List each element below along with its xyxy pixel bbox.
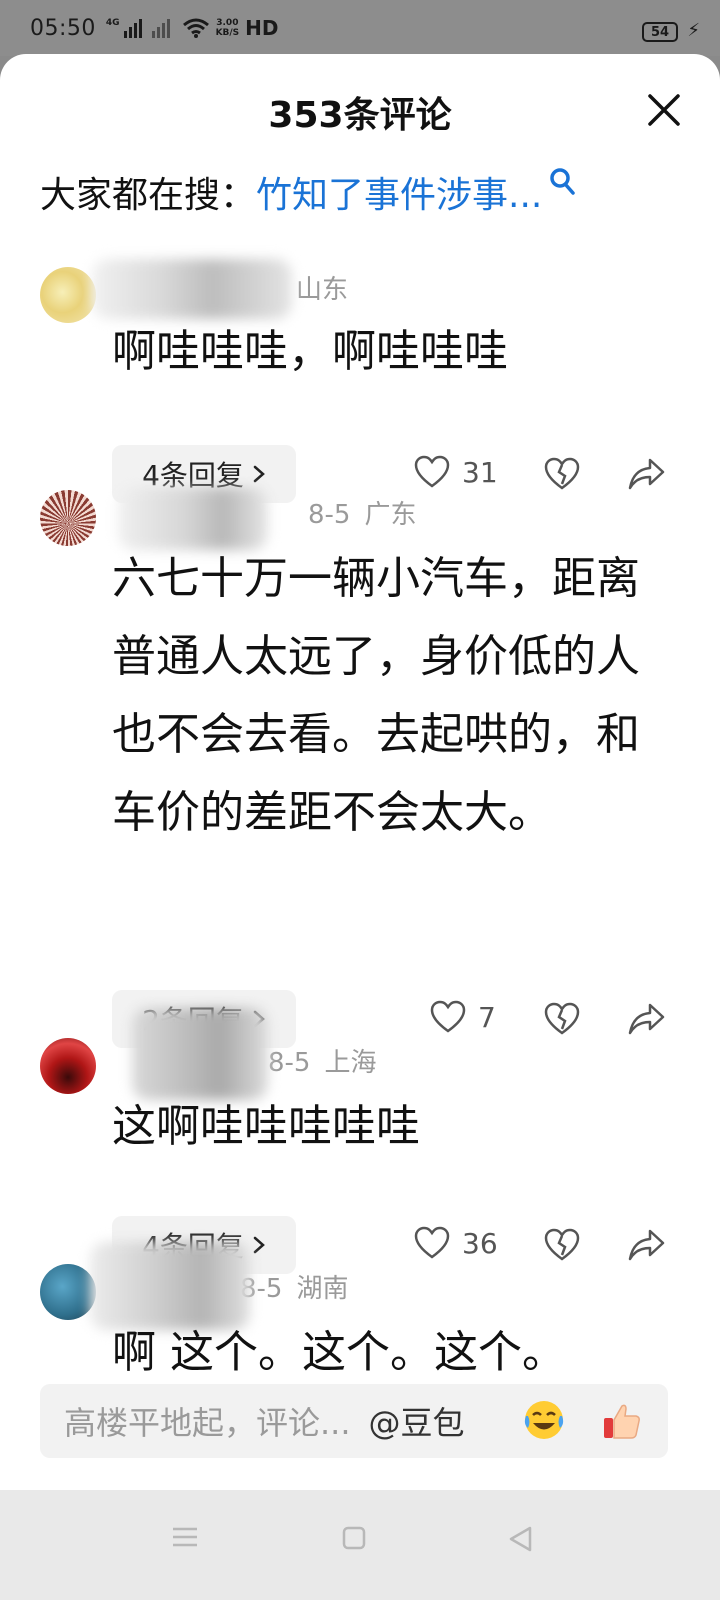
username-redaction (132, 1008, 268, 1100)
comment-region: 湖南 (296, 1274, 349, 1304)
share-icon[interactable] (628, 1002, 666, 1036)
battery-icon: 54 (642, 22, 678, 42)
trending-query[interactable]: 竹知了事件涉事... (256, 166, 542, 218)
avatar[interactable] (40, 1038, 96, 1094)
comment-region: 广东 (364, 500, 417, 530)
comment-text: 这啊哇哇哇哇哇 (112, 1101, 420, 1152)
thumbs-up-emoji-icon[interactable] (600, 1398, 644, 1442)
charging-icon: ⚡ (687, 20, 700, 41)
avatar[interactable] (40, 267, 96, 323)
mention-doubao-button[interactable]: @豆包 (369, 1398, 465, 1444)
like-count: 36 (462, 1226, 498, 1260)
comments-title: 353条评论 (268, 95, 452, 136)
heart-icon (414, 455, 450, 488)
heart-icon (430, 1000, 466, 1033)
back-triangle-icon[interactable] (508, 1526, 534, 1552)
comments-sheet: 353条评论 大家都在搜： 竹知了事件涉事... 山东 啊哇哇哇，啊哇哇哇 4条… (0, 54, 720, 1490)
share-icon[interactable] (628, 457, 666, 491)
avatar[interactable] (40, 490, 96, 546)
system-nav-bar (0, 1490, 720, 1600)
comment-date: 8-5 (308, 500, 351, 530)
comment-region: 山东 (296, 275, 349, 305)
comment-placeholder: 高楼平地起，评论... (64, 1404, 351, 1442)
comment-date: 8-5 (268, 1048, 311, 1078)
close-icon[interactable] (644, 90, 684, 130)
status-bar: 05:50 4G 3.00 KB/S HD 54 ⚡ (0, 0, 720, 56)
laughing-crying-emoji-icon[interactable] (522, 1398, 566, 1442)
heart-icon (414, 1226, 450, 1259)
chevron-right-icon (253, 465, 265, 483)
comment-region: 上海 (324, 1048, 377, 1078)
trending-search[interactable]: 大家都在搜： 竹知了事件涉事... (40, 166, 576, 218)
signal-icon: 4G (106, 18, 142, 38)
network-type: 4G (105, 18, 120, 28)
like-button[interactable]: 31 (414, 455, 498, 489)
comment-text: 六七十万一辆小汽车，距离普通人太远了，身价低的人也不会去看。去起哄的，和车价的差… (112, 553, 640, 838)
chevron-right-icon (253, 1236, 265, 1254)
like-button[interactable]: 36 (414, 1226, 498, 1260)
username-redaction (92, 259, 292, 319)
signal-icon-secondary (151, 18, 170, 38)
search-icon[interactable] (548, 167, 576, 197)
menu-icon[interactable] (172, 1526, 198, 1548)
avatar[interactable] (40, 1264, 96, 1320)
clock: 05:50 (30, 15, 96, 41)
wifi-icon (182, 18, 209, 38)
hd-indicator: HD (245, 16, 279, 40)
like-count: 7 (478, 1000, 496, 1034)
comment-text: 啊 这个。这个。这个。 (112, 1327, 566, 1378)
share-icon[interactable] (628, 1228, 666, 1262)
home-square-icon[interactable] (342, 1526, 366, 1550)
broken-heart-icon[interactable] (544, 1002, 580, 1036)
battery-level: 54 (650, 24, 670, 40)
comment-input[interactable]: 高楼平地起，评论... @豆包 (40, 1384, 668, 1458)
trending-label: 大家都在搜： (40, 175, 257, 216)
comment-text: 啊哇哇哇，啊哇哇哇 (112, 326, 508, 377)
like-count: 31 (462, 455, 498, 489)
broken-heart-icon[interactable] (544, 457, 580, 491)
network-speed: 3.00 KB/S (215, 18, 240, 38)
like-button[interactable]: 7 (430, 1000, 496, 1034)
broken-heart-icon[interactable] (544, 1228, 580, 1262)
